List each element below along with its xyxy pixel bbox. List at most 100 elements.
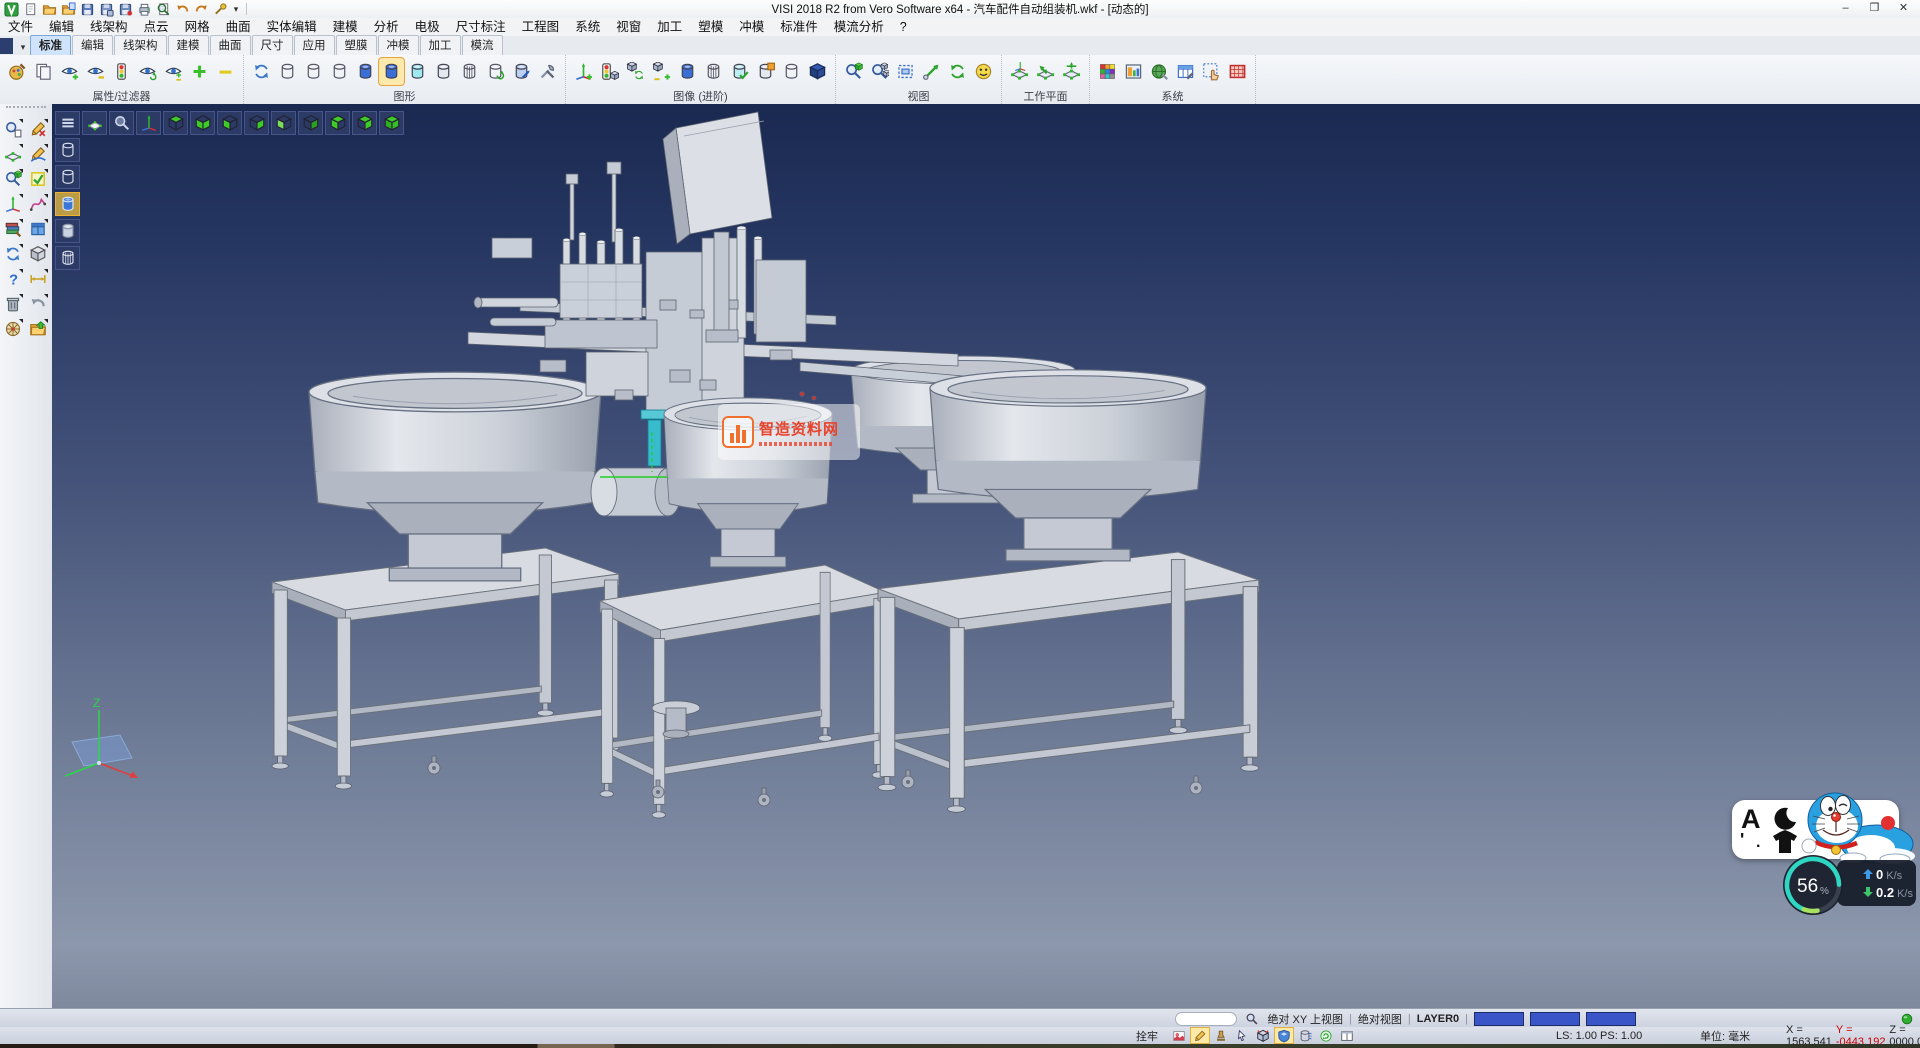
customize-icon[interactable] <box>212 1 229 17</box>
redo-icon[interactable] <box>193 1 210 17</box>
menu-item-13[interactable]: 视窗 <box>608 18 649 36</box>
line-color-swatch[interactable] <box>1530 1012 1580 1026</box>
copy-pages-icon[interactable] <box>31 58 56 85</box>
menu-item-7[interactable]: 建模 <box>325 18 366 36</box>
tab-8[interactable]: 冲模 <box>378 35 419 55</box>
tab-5[interactable]: 尺寸 <box>252 35 293 55</box>
window-blue-icon[interactable] <box>26 218 49 240</box>
print-preview-icon[interactable] <box>155 1 172 17</box>
active-layer-label[interactable]: LAYER0 <box>1417 1013 1459 1025</box>
menu-item-15[interactable]: 塑模 <box>690 18 731 36</box>
quick-search-input[interactable] <box>1175 1012 1237 1026</box>
search-icon[interactable] <box>1243 1011 1261 1026</box>
close-button[interactable]: ✕ <box>1889 0 1918 18</box>
minus-icon[interactable] <box>213 58 238 85</box>
menu-item-3[interactable]: 点云 <box>136 18 177 36</box>
folder-open-icon[interactable] <box>26 318 49 340</box>
cylinder-cyan-icon[interactable] <box>405 58 430 85</box>
cylinder-export-icon[interactable] <box>753 58 778 85</box>
ucs-axes-icon[interactable] <box>1 193 24 215</box>
cylinder-blue-icon[interactable] <box>675 58 700 85</box>
palette-brush-icon[interactable] <box>5 58 30 85</box>
tab-2[interactable]: 线架构 <box>114 35 167 55</box>
menu-item-12[interactable]: 系统 <box>567 18 608 36</box>
cube-motion-icon[interactable] <box>1254 1028 1272 1043</box>
tab-6[interactable]: 应用 <box>294 35 335 55</box>
refresh-circle-icon[interactable] <box>1317 1028 1335 1043</box>
cylinder-wire-icon[interactable] <box>779 58 804 85</box>
maximize-button[interactable]: ❐ <box>1860 0 1889 18</box>
hand-select-icon[interactable] <box>1199 58 1224 85</box>
cube-back-icon[interactable] <box>298 111 323 135</box>
undo-icon[interactable] <box>174 1 191 17</box>
toolbar-drag-handle[interactable] <box>6 106 46 114</box>
arrow-green-icon[interactable] <box>919 58 944 85</box>
table-tools-icon[interactable] <box>1173 58 1198 85</box>
cube-navy-icon[interactable] <box>805 58 830 85</box>
tab-7[interactable]: 塑膜 <box>336 35 377 55</box>
cylinder-arrow-icon[interactable] <box>509 58 534 85</box>
compass-icon[interactable] <box>1 318 24 340</box>
view-lock-label[interactable]: 绝对 XY 上视图 <box>1267 1011 1343 1027</box>
cylinder-check-icon[interactable] <box>727 58 752 85</box>
tab-4[interactable]: 曲面 <box>210 35 251 55</box>
vp-axes-icon[interactable] <box>136 111 161 135</box>
layer-color-swatch[interactable] <box>1474 1012 1524 1026</box>
menu-item-2[interactable]: 线架构 <box>82 18 136 36</box>
cube-corner2-icon[interactable] <box>352 111 377 135</box>
plane-axes-icon[interactable] <box>1007 58 1032 85</box>
cube-iso-icon[interactable] <box>379 111 404 135</box>
globe-tools-icon[interactable] <box>1147 58 1172 85</box>
vp-cyl-wire-icon[interactable] <box>55 138 80 162</box>
menu-item-19[interactable]: ? <box>892 18 915 36</box>
vp-plane-icon[interactable] <box>82 111 107 135</box>
stamp-icon[interactable] <box>1212 1028 1230 1043</box>
image-panel-icon[interactable] <box>1121 58 1146 85</box>
cylinder-refresh-icon[interactable] <box>483 58 508 85</box>
tab-9[interactable]: 加工 <box>420 35 461 55</box>
refresh-green-icon[interactable] <box>945 58 970 85</box>
zoom-cube-icon[interactable] <box>841 58 866 85</box>
vp-zoom-icon[interactable] <box>109 111 134 135</box>
print-icon[interactable] <box>136 1 153 17</box>
menu-item-10[interactable]: 尺寸标注 <box>448 18 514 36</box>
check-box-icon[interactable] <box>26 168 49 190</box>
window-split-icon[interactable] <box>1338 1028 1356 1043</box>
pen-color-swatch[interactable] <box>1586 1012 1636 1026</box>
cylinder-blue-icon[interactable] <box>379 58 404 85</box>
cube-bottom-icon[interactable] <box>190 111 215 135</box>
traffic-light-icon[interactable] <box>109 58 134 85</box>
tab-10[interactable]: 模流 <box>462 35 503 55</box>
question-icon[interactable]: ? <box>1 268 24 290</box>
plane-move-icon[interactable] <box>1059 58 1084 85</box>
cube-corner-icon[interactable] <box>325 111 350 135</box>
plus-icon[interactable] <box>187 58 212 85</box>
desktop-widget[interactable]: A ' . <box>1725 790 1920 925</box>
color-grid-icon[interactable] <box>1095 58 1120 85</box>
cylinder-blue-icon[interactable] <box>353 58 378 85</box>
pointer-help-icon[interactable] <box>1233 1028 1251 1043</box>
pencil-edit-icon[interactable] <box>1191 1028 1209 1043</box>
refresh-icon[interactable] <box>1 243 24 265</box>
orbit-eye-icon[interactable] <box>971 58 996 85</box>
menu-item-0[interactable]: 文件 <box>0 18 41 36</box>
plane-arrow-icon[interactable] <box>1033 58 1058 85</box>
cube-front-icon[interactable] <box>271 111 296 135</box>
cylinder-wire-icon[interactable] <box>327 58 352 85</box>
vp-cyl-pale-icon[interactable] <box>55 219 80 243</box>
viewport-3d[interactable]: Z 智造资料网 A ' . <box>52 104 1920 1008</box>
menu-item-14[interactable]: 加工 <box>649 18 690 36</box>
trash-icon[interactable] <box>1 293 24 315</box>
menu-item-17[interactable]: 标准件 <box>772 18 826 36</box>
shield-cube-icon[interactable] <box>1275 1028 1293 1043</box>
save-copy-icon[interactable] <box>117 1 134 17</box>
pencil-x-icon[interactable] <box>26 118 49 140</box>
absolute-view-label[interactable]: 绝对视图 <box>1358 1011 1402 1027</box>
open-file-icon[interactable] <box>41 1 58 17</box>
snap-lock-label[interactable]: 拴牢 <box>1136 1027 1158 1044</box>
cubes-plusminus-icon[interactable] <box>649 58 674 85</box>
vp-cyl-hatch-icon[interactable] <box>55 246 80 270</box>
cylinder-list-icon[interactable] <box>1296 1028 1314 1043</box>
menu-item-4[interactable]: 网格 <box>177 18 218 36</box>
menu-item-8[interactable]: 分析 <box>366 18 407 36</box>
